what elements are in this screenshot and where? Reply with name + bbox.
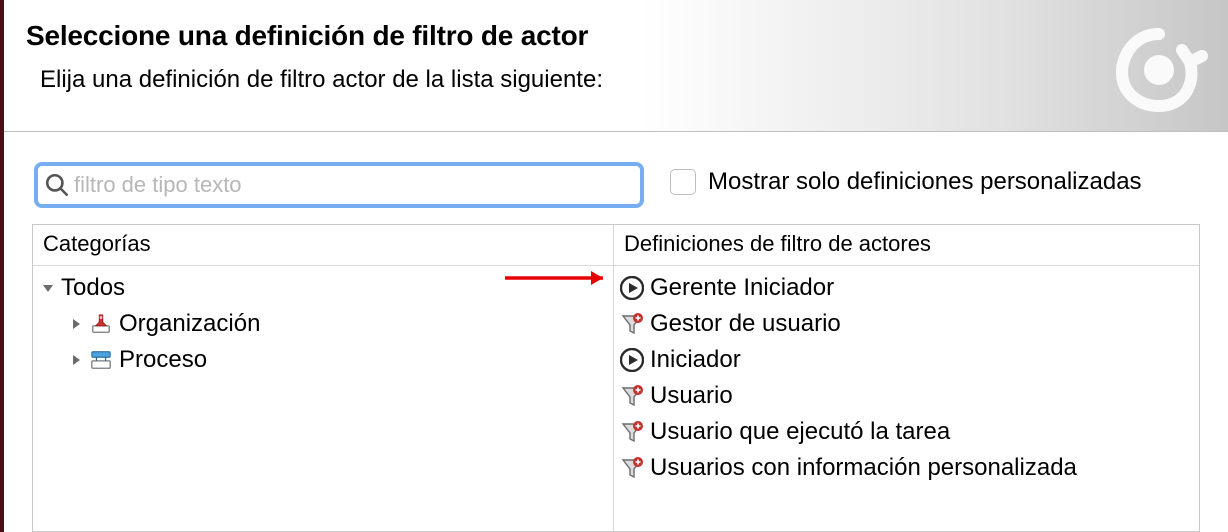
filter-toolbar: Mostrar solo definiciones personalizadas xyxy=(4,132,1228,226)
search-icon xyxy=(44,172,70,198)
funnel-plus-icon xyxy=(618,382,646,410)
categories-pane: Categorías Todos Organización xyxy=(33,225,614,531)
definition-label: Usuarios con información personalizada xyxy=(650,454,1077,482)
pin-icon xyxy=(89,312,113,336)
tree-item-process[interactable]: Proceso xyxy=(39,342,613,378)
definition-label: Gestor de usuario xyxy=(650,310,841,338)
search-input[interactable] xyxy=(72,171,634,199)
page-title: Seleccione una definición de filtro de a… xyxy=(26,20,588,52)
definitions-list: Gerente Iniciador Gestor de usuario Inic… xyxy=(614,266,1199,486)
process-icon xyxy=(89,348,113,372)
tree-item-all[interactable]: Todos xyxy=(39,270,613,306)
search-field-wrapper[interactable] xyxy=(34,162,644,208)
checkbox-label: Mostrar solo definiciones personalizadas xyxy=(708,168,1142,196)
page-subtitle: Elija una definición de filtro actor de … xyxy=(40,66,603,94)
definition-item-usuario-ejecuto-tarea[interactable]: Usuario que ejecutó la tarea xyxy=(618,414,1199,450)
custom-only-checkbox[interactable]: Mostrar solo definiciones personalizadas xyxy=(670,168,1142,196)
categories-tree: Todos Organización Proceso xyxy=(33,266,613,378)
funnel-plus-icon xyxy=(618,418,646,446)
definition-label: Usuario que ejecutó la tarea xyxy=(650,418,950,446)
tree-item-organization[interactable]: Organización xyxy=(39,306,613,342)
chevron-right-icon[interactable] xyxy=(67,351,85,369)
tree-item-label: Organización xyxy=(119,310,260,338)
definitions-pane: Definiciones de filtro de actores Gerent… xyxy=(614,225,1199,531)
play-circle-icon xyxy=(618,274,646,302)
definition-item-gestor-usuario[interactable]: Gestor de usuario xyxy=(618,306,1199,342)
definition-label: Gerente Iniciador xyxy=(650,274,834,302)
chevron-down-icon[interactable] xyxy=(39,279,57,297)
play-circle-icon xyxy=(618,346,646,374)
brand-logo-icon xyxy=(1104,4,1214,114)
tree-item-label: Proceso xyxy=(119,346,207,374)
content-panes: Categorías Todos Organización xyxy=(32,224,1200,532)
funnel-plus-icon xyxy=(618,310,646,338)
definition-item-usuario[interactable]: Usuario xyxy=(618,378,1199,414)
definition-item-usuarios-info-personalizada[interactable]: Usuarios con información personalizada xyxy=(618,450,1199,486)
definition-label: Iniciador xyxy=(650,346,741,374)
definition-item-gerente-iniciador[interactable]: Gerente Iniciador xyxy=(618,270,1199,306)
checkbox-box-icon xyxy=(670,169,696,195)
dialog-banner: Seleccione una definición de filtro de a… xyxy=(4,0,1228,132)
tree-item-label: Todos xyxy=(61,274,125,302)
categories-header: Categorías xyxy=(33,225,613,266)
definition-item-iniciador[interactable]: Iniciador xyxy=(618,342,1199,378)
definition-label: Usuario xyxy=(650,382,733,410)
chevron-right-icon[interactable] xyxy=(67,315,85,333)
funnel-plus-icon xyxy=(618,454,646,482)
definitions-header: Definiciones de filtro de actores xyxy=(614,225,1199,266)
